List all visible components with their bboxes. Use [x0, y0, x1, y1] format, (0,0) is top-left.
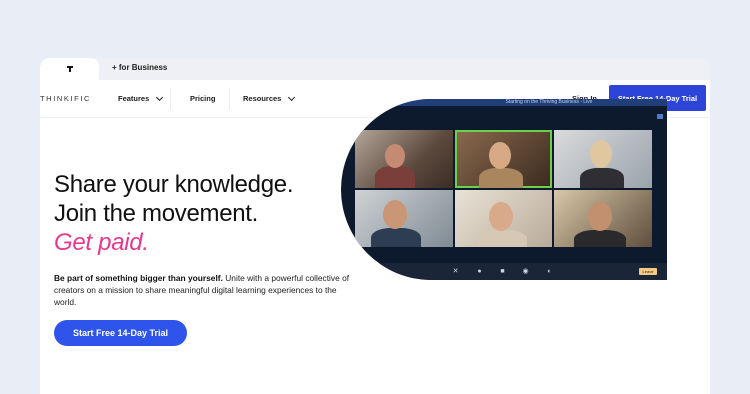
video-call-preview: Starting on the Thriving Business - Live — [341, 99, 667, 280]
headline-line-2: Join the movement. — [54, 200, 259, 227]
chevron-down-icon — [288, 93, 296, 101]
nav-divider — [229, 88, 230, 110]
tab-for-business[interactable]: + for Business — [112, 63, 167, 72]
participant-tile — [454, 130, 553, 188]
tab-bar: + for Business — [40, 58, 710, 80]
nav-pricing[interactable]: Pricing — [190, 94, 215, 103]
thinkific-logo-icon — [65, 64, 75, 74]
nav-features[interactable]: Features — [118, 93, 164, 103]
mute-icon[interactable]: ✕ — [452, 268, 459, 275]
headline-line-3: Get paid. — [54, 229, 149, 256]
brand-logo[interactable]: THINKIFIC — [40, 94, 91, 103]
participant-tile — [554, 130, 652, 188]
reactions-icon[interactable]: ◐ — [546, 268, 553, 275]
headline-line-1: Share your knowledge. — [54, 171, 294, 198]
record-icon[interactable]: ◉ — [522, 268, 529, 275]
leave-call-button[interactable]: Leave — [639, 268, 657, 275]
participants-icon[interactable]: ● — [476, 268, 483, 275]
hero-headline: Share your knowledge. Join the movement.… — [54, 170, 293, 257]
video-call-title: Starting on the Thriving Business - Live — [341, 99, 667, 106]
nav-resources[interactable]: Resources — [243, 93, 296, 103]
nav-divider — [170, 88, 171, 110]
participant-tile — [355, 130, 453, 188]
tab-thinkific[interactable] — [40, 58, 99, 80]
nav-resources-label: Resources — [243, 94, 282, 103]
participant-tile — [454, 189, 553, 247]
grid-view-icon — [657, 114, 663, 119]
nav-features-label: Features — [118, 94, 150, 103]
participant-tile — [554, 189, 652, 247]
hero-description: Be part of something bigger than yoursel… — [54, 272, 354, 308]
chat-icon[interactable]: ■ — [499, 268, 506, 275]
hero-description-bold: Be part of something bigger than yoursel… — [54, 273, 223, 283]
participant-grid — [355, 130, 652, 247]
hero-start-trial-button[interactable]: Start Free 14-Day Trial — [54, 320, 187, 346]
video-call-toolbar: ✕ ● ■ ◉ ◐ Leave — [341, 263, 667, 280]
participant-tile — [355, 189, 453, 247]
chevron-down-icon — [156, 93, 164, 101]
